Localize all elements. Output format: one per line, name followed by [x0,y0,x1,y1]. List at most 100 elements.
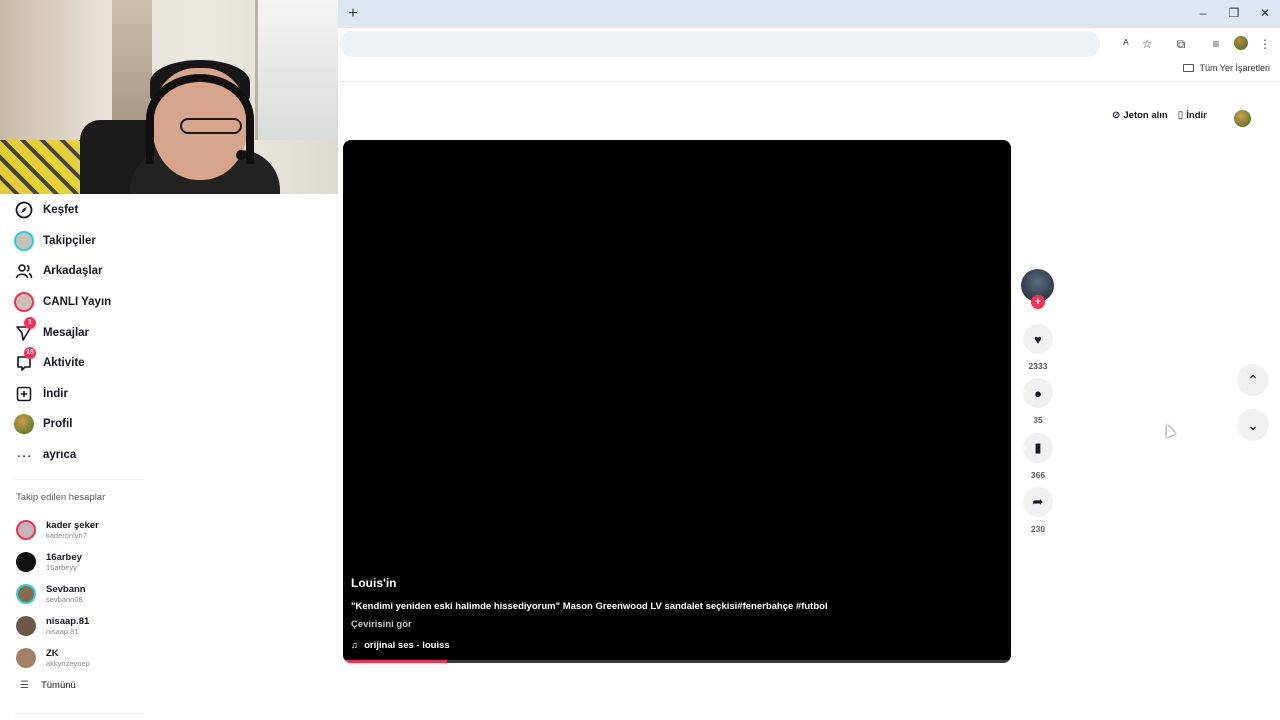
list-item[interactable]: kader şeker kaderonlyn7 [16,514,216,546]
sidebar-item-label: Aktivite [43,357,85,370]
video-progress-track[interactable] [343,660,1011,663]
inbox-icon: 15 [14,347,36,373]
like-button[interactable]: ♥ [1023,324,1053,354]
save-button[interactable]: ▮ [1023,433,1053,463]
avatar [16,520,36,540]
top-actions: ⊘ Jeton alın ▯ İndir [1112,110,1207,121]
account-name: Sevbann [46,583,86,595]
previous-video-button[interactable]: ⌃ [1237,364,1269,396]
see-all-label: Tümünü [40,680,76,691]
address-bar[interactable] [340,31,1100,57]
plus-square-icon [14,384,34,404]
sidebar-item-label: Takipçiler [43,234,96,247]
avatar [16,648,36,668]
user-avatar[interactable] [1234,110,1251,127]
sidebar-item-download[interactable]: İndir [14,379,334,410]
more-icon: ··· [16,446,32,464]
coin-icon: ⊘ [1112,110,1121,121]
next-video-button[interactable]: ⌄ [1237,409,1269,441]
sidebar-item-label: İndir [43,387,68,400]
sidebar-item-label: Mesajlar [43,326,90,339]
bookmark-star-icon[interactable]: ☆ [1139,36,1155,52]
account-username: nisaap.81 [46,627,79,636]
avatar [14,292,34,313]
new-tab-button[interactable]: + [345,6,361,22]
share-arrow-icon: ➦ [1032,494,1044,509]
list-item[interactable]: 16arbey 16arbeyy [16,546,216,578]
sidebar-item-live[interactable]: CANLI Yayın [14,287,334,318]
like-count: 2333 [1028,361,1048,371]
account-username: 16arbeyy [46,563,77,572]
comment-count: 35 [1033,415,1043,425]
sidebar-item-friends[interactable]: Arkadaşlar [14,256,334,287]
sidebar-item-activity[interactable]: 15 Aktivite [14,347,334,379]
following-heading: Takip edilen hesaplar [16,492,106,503]
account-username: sevbann08 [46,595,83,604]
sidebar-item-label: Keşfet [43,204,79,217]
list-item[interactable]: ZK akkynzeynep [16,642,216,674]
account-name: ZK [46,647,59,659]
get-coins-label: Jeton alın [1123,110,1168,121]
see-translation-link[interactable]: Çevirisini gör [351,619,412,630]
list-item[interactable]: nisaap.81 nisaap.81 [16,610,216,642]
divider [14,479,144,480]
account-name: nisaap.81 [46,615,90,627]
sidebar-item-label: CANLI Yayın [43,296,112,309]
mouse-cursor [1162,422,1176,438]
minimize-button[interactable]: – [1195,5,1211,21]
chevron-up-icon: ⌃ [1247,371,1259,388]
avatar [16,616,36,636]
sidebar-item-messages[interactable]: 1 Mesajlar [14,316,334,348]
phone-icon: ▯ [1177,110,1184,121]
friends-icon [14,261,34,281]
sidebar-item-more[interactable]: ··· ayrıca [14,440,334,471]
avatar [14,414,34,435]
activity-badge: 15 [24,347,36,360]
heart-icon: ♥ [1034,331,1042,347]
media-icon[interactable]: ≡ [1208,36,1224,52]
account-name: kader şeker [46,519,99,531]
bookmark-icon: ▮ [1034,440,1042,455]
avatar [16,552,36,572]
send-icon: 1 [14,316,36,343]
sidebar-item-label: ayrıca [43,449,77,462]
all-bookmarks-label: Tüm Yer İşaretleri [1199,63,1270,73]
comment-icon: ● [1034,385,1042,401]
sidebar-item-profile[interactable]: Profil [14,409,334,440]
following-list: kader şeker kaderonlyn7 16arbey 16arbeyy S… [16,514,216,674]
share-button[interactable]: ➦ [1023,487,1053,517]
download-app-button[interactable]: ▯ İndir [1178,110,1207,121]
video-player[interactable]: Louis'in "Kendimi yeniden eski halimde h… [343,140,1011,663]
list-item[interactable]: Sevbann sevbann08 [16,578,216,610]
avatar [16,584,36,604]
webcam-overlay [0,0,338,194]
translate-icon[interactable]: ᴬ [1118,36,1134,52]
sidebar-item-label: Arkadaşlar [43,265,103,278]
profile-avatar[interactable] [1234,36,1248,50]
compass-icon [14,200,34,220]
all-bookmarks[interactable]: Tüm Yer İşaretleri [1183,63,1270,73]
sidebar-item-explore[interactable]: Keşfet [14,195,334,226]
account-username: akkynzeynep [46,659,90,668]
sound-link[interactable]: ♫ orijinal ses - louiss [351,640,450,651]
sidebar-item-followers[interactable]: Takipçiler [14,226,334,257]
browser-menu-icon[interactable]: ⋮ [1257,36,1273,52]
restore-button[interactable]: ❐ [1226,5,1242,21]
folder-icon [1183,64,1195,72]
extensions-icon[interactable]: ⧉ [1173,36,1189,52]
sidebar-item-label: Profil [43,418,73,431]
video-progress-fill [343,660,447,663]
music-note-icon: ♫ [351,640,359,651]
comment-button[interactable]: ● [1023,378,1053,408]
account-username: kaderonlyn7 [46,531,87,540]
get-coins-button[interactable]: ⊘ Jeton alın [1112,110,1168,121]
see-all-button[interactable]: ☰ Tümünü [20,680,76,691]
video-author[interactable]: Louis'in [351,576,397,590]
messages-badge: 1 [24,316,36,329]
account-name: 16arbey [46,551,82,563]
chevron-down-icon: ⌄ [1247,416,1259,433]
avatar [14,230,34,251]
close-button[interactable]: ✕ [1257,5,1273,21]
follow-plus-icon[interactable]: + [1031,295,1045,309]
sound-label: orijinal ses - louiss [364,640,450,651]
